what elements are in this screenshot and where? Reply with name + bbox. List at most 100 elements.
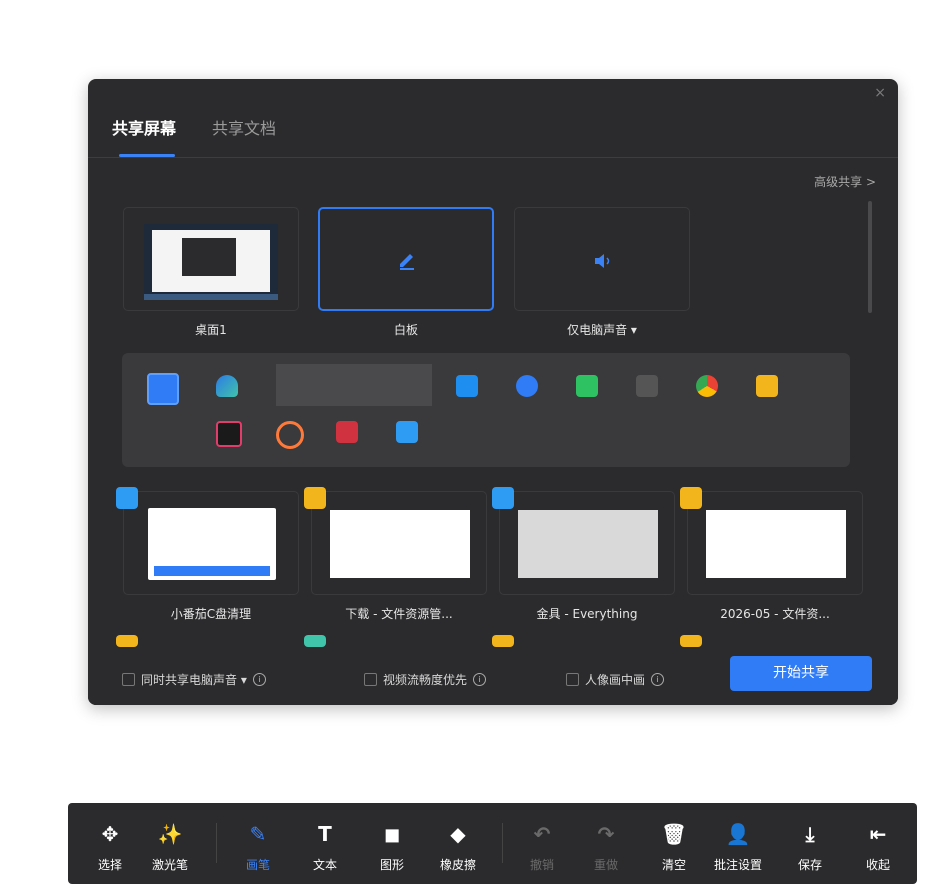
annotation-toolbar: ✥ 选择 ✨ 激光笔 ✎ 画笔 T 文本 ◼ 图形 ◆ 橡皮擦 ↶ 撤销 ↷ 重… — [68, 803, 917, 884]
share-dialog: × 共享屏幕 共享文档 高级共享 > 桌面1 白板 仅电脑声音 ▾ 小番茄C盘清… — [88, 79, 898, 705]
eraser-icon: ◆ — [450, 822, 466, 846]
file-explorer-icon[interactable] — [756, 375, 778, 397]
window-thumbnail — [330, 510, 470, 578]
download-icon: ⤓ — [805, 822, 815, 846]
window-card-everything[interactable] — [499, 491, 675, 595]
option-video-smooth[interactable]: 视频流畅度优先 i — [364, 671, 487, 688]
option-label: 视频流畅度优先 — [383, 673, 468, 687]
move-icon: ✥ — [101, 822, 119, 846]
window-label: 金具 - Everything — [536, 607, 638, 621]
trash-icon: 🗑 — [661, 822, 687, 846]
laser-pointer-icon: ✨ — [157, 822, 183, 846]
tool-annotation-settings[interactable]: 👤 批注设置 — [708, 803, 768, 884]
window-label: 2026-05 - 文件资... — [720, 607, 830, 621]
undo-icon: ↶ — [533, 822, 551, 846]
scrollbar[interactable] — [868, 201, 872, 313]
window-card-files[interactable] — [687, 491, 863, 595]
app-icon — [304, 635, 326, 647]
tool-label: 撤销 — [529, 858, 554, 872]
tool-label: 激光笔 — [151, 858, 188, 872]
user-settings-icon: 👤 — [725, 822, 751, 846]
info-icon[interactable]: i — [252, 673, 266, 686]
desktop-thumbnail — [144, 224, 278, 300]
notepad-icon[interactable] — [396, 421, 418, 443]
pen-icon: ✎ — [249, 822, 267, 846]
tool-clear[interactable]: 🗑 清空 — [644, 803, 704, 884]
navicat-icon[interactable] — [276, 421, 304, 449]
checkbox[interactable] — [566, 673, 579, 686]
option-picture-in-picture[interactable]: 人像画中画 i — [566, 671, 665, 688]
tool-label: 保存 — [797, 858, 822, 872]
tool-label: 清空 — [661, 858, 686, 872]
notepad-icon — [116, 487, 138, 509]
tool-pen[interactable]: ✎ 画笔 — [228, 803, 288, 884]
tab-share-screen[interactable]: 共享屏幕 — [112, 115, 176, 139]
info-icon[interactable]: i — [473, 673, 487, 686]
tool-shapes[interactable]: ◼ 图形 — [362, 803, 422, 884]
source-card-whiteboard[interactable] — [318, 207, 494, 311]
window-thumbnail — [518, 510, 658, 578]
window-label: 小番茄C盘清理 — [170, 607, 252, 621]
chrome-icon[interactable] — [696, 375, 718, 397]
option-label: 人像画中画 — [585, 673, 646, 687]
separator — [216, 823, 217, 863]
separator — [502, 823, 503, 863]
intellij-icon[interactable] — [216, 421, 242, 447]
source-label-desktop: 桌面1 — [195, 323, 227, 337]
tool-label: 收起 — [865, 858, 890, 872]
tool-redo[interactable]: ↷ 重做 — [576, 803, 636, 884]
speaker-icon — [595, 254, 610, 268]
tool-label: 文本 — [312, 858, 337, 872]
tool-laser[interactable]: ✨ 激光笔 — [140, 803, 200, 884]
window-label: 下载 - 文件资源管... — [345, 607, 453, 621]
tool-text[interactable]: T 文本 — [295, 803, 355, 884]
pencil-icon — [400, 254, 414, 270]
checkbox[interactable] — [122, 673, 135, 686]
folder-icon — [304, 487, 326, 509]
text-icon: T — [318, 822, 332, 846]
wechat-icon[interactable] — [576, 375, 598, 397]
collapse-icon: ⇤ — [869, 822, 887, 846]
search-app-icon[interactable] — [516, 375, 538, 397]
folder-icon — [492, 635, 514, 647]
redo-icon: ↷ — [597, 822, 615, 846]
tab-underline — [119, 154, 175, 157]
tool-label: 画笔 — [245, 858, 270, 872]
tencent-meeting-icon[interactable] — [456, 375, 478, 397]
tab-share-document[interactable]: 共享文档 — [212, 115, 276, 139]
source-label-whiteboard: 白板 — [393, 323, 418, 337]
window-card-tomato-cleaner[interactable] — [123, 491, 299, 595]
window-thumbnail — [148, 508, 276, 580]
advanced-share-link[interactable]: 高级共享 > — [814, 173, 876, 190]
wps-icon[interactable] — [336, 421, 358, 443]
tool-undo[interactable]: ↶ 撤销 — [512, 803, 572, 884]
window-card-downloads[interactable] — [311, 491, 487, 595]
tool-select[interactable]: ✥ 选择 — [80, 803, 140, 884]
option-share-audio[interactable]: 同时共享电脑声音 ▾ i — [122, 671, 266, 688]
app-placeholder[interactable] — [276, 364, 432, 406]
tool-label: 图形 — [379, 858, 404, 872]
tool-label: 重做 — [593, 858, 618, 872]
window-thumbnail — [706, 510, 846, 578]
source-card-audio-only[interactable] — [514, 207, 690, 311]
tool-label: 批注设置 — [713, 858, 762, 872]
info-icon[interactable]: i — [651, 673, 665, 686]
tool-label: 橡皮擦 — [439, 858, 476, 872]
terminal-icon[interactable] — [636, 375, 658, 397]
source-card-desktop[interactable] — [123, 207, 299, 311]
start-share-button[interactable]: 开始共享 — [730, 656, 872, 691]
folder-icon — [680, 487, 702, 509]
tool-eraser[interactable]: ◆ 橡皮擦 — [428, 803, 488, 884]
tool-collapse[interactable]: ⇤ 收起 — [848, 803, 908, 884]
notepad-icon — [492, 487, 514, 509]
shapes-icon: ◼ — [383, 822, 401, 846]
application-strip — [122, 353, 850, 467]
checkbox[interactable] — [364, 673, 377, 686]
option-label: 同时共享电脑声音 ▾ — [141, 673, 247, 687]
tool-label: 选择 — [97, 858, 122, 872]
folder-icon — [680, 635, 702, 647]
start-menu-icon[interactable] — [147, 373, 179, 405]
source-label-audio-only[interactable]: 仅电脑声音 ▾ — [514, 321, 690, 338]
tool-save[interactable]: ⤓ 保存 — [780, 803, 840, 884]
lark-icon[interactable] — [216, 375, 238, 397]
